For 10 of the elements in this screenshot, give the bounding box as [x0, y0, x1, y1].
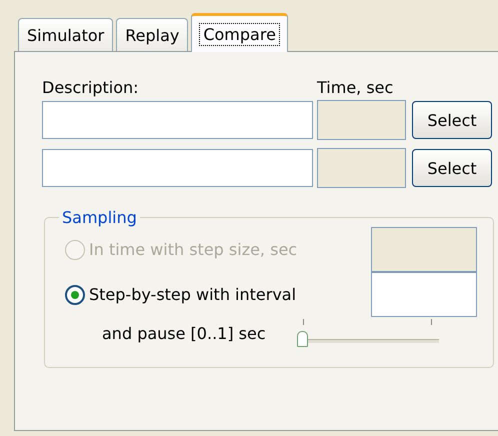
time-label: Time, sec: [317, 78, 394, 99]
tab[interactable]: Simulator: [18, 18, 114, 51]
pause-label: and pause [0..1] sec: [102, 324, 267, 342]
select-button[interactable]: Select: [412, 149, 492, 187]
sampling-legend: Sampling: [59, 208, 140, 227]
tab[interactable]: Replay: [116, 18, 188, 51]
tab[interactable]: Compare: [191, 13, 288, 52]
radio-option[interactable]: Step-by-step with interval: [65, 284, 296, 304]
description-label: Description:: [42, 78, 140, 99]
select-button[interactable]: Select: [412, 101, 492, 139]
